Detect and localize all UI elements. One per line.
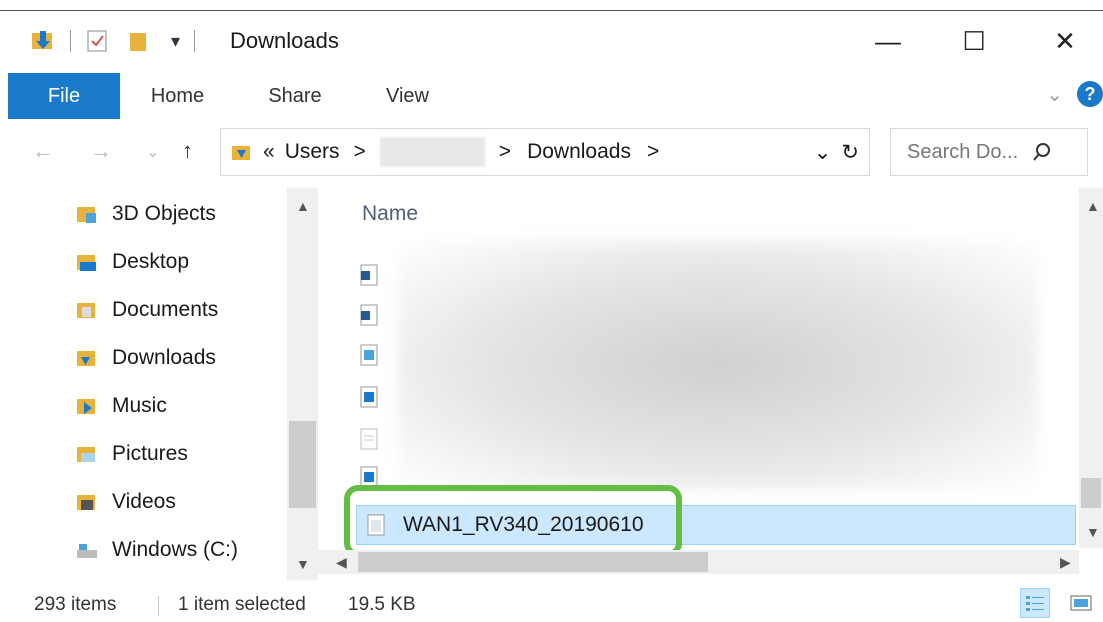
breadcrumb-downloads[interactable]: Downloads [527,140,631,164]
ribbon-tabs: File Home Share View ⌄ ? [0,73,1103,119]
address-dropdown-icon[interactable]: ⌄ [814,140,832,165]
sidebar-scrollbar[interactable] [287,188,318,580]
documents-icon [77,303,95,318]
tab-home[interactable]: Home [130,73,225,119]
music-icon [77,399,95,414]
image-file-icon [360,386,378,408]
file-list-horizontal-thumb[interactable] [358,552,708,572]
toolbar-separator [194,30,196,52]
help-icon[interactable]: ? [1077,81,1103,107]
window-title: Downloads [230,28,339,53]
search-input[interactable]: Search Do... [907,141,1018,164]
sidebar-item-label: Desktop [112,250,190,273]
customize-toolbar-icon[interactable]: ▾ [171,31,180,52]
breadcrumb-redacted[interactable] [379,137,485,167]
properties-icon[interactable] [85,29,109,53]
sidebar-item-documents[interactable]: Documents [76,292,218,328]
sidebar-item-label: Windows (C:) [112,538,239,561]
scroll-down-icon[interactable]: ▼ [296,556,310,572]
word-document-icon [360,264,378,286]
new-folder-icon[interactable] [127,29,151,53]
videos-icon [77,495,95,510]
minimize-button[interactable]: — [848,19,928,63]
details-view-icon [1026,596,1044,611]
sidebar-scrollbar-thumb[interactable] [289,421,316,508]
status-bar: 293 items 1 item selected 19.5 KB [0,588,1103,622]
breadcrumb-separator[interactable]: > [499,140,511,164]
toolbar-separator [70,30,71,52]
file-list-vertical-thumb[interactable] [1081,478,1101,508]
sidebar-item-videos[interactable]: Videos [76,484,176,520]
sidebar-item-pictures[interactable]: Pictures [76,436,188,472]
text-file-icon [360,428,378,450]
sidebar-item-label: Documents [112,298,219,321]
breadcrumb-separator[interactable]: > [647,140,659,164]
downloads-folder-icon[interactable] [30,29,56,53]
scroll-left-icon[interactable]: ◀ [336,554,347,571]
3d-objects-icon [77,207,96,223]
address-bar[interactable]: « Users > > Downloads > ⌄ ↻ [220,128,870,176]
word-document-icon [360,304,378,326]
downloads-location-icon [232,146,250,160]
selection-size: 19.5 KB [348,594,416,615]
pictures-icon [77,447,95,462]
scroll-down-icon[interactable]: ▼ [1086,524,1100,540]
scroll-right-icon[interactable]: ▶ [1060,554,1071,571]
sidebar-item-label: Music [112,394,167,417]
navigation-bar: ← → ⌄ ↑ « Users > > Downloads > ⌄ ↻ Sear… [0,128,1103,178]
tab-view[interactable]: View [365,73,450,119]
quick-access-toolbar: ▾ [30,27,196,55]
expand-ribbon-icon[interactable]: ⌄ [1046,82,1063,107]
selection-count: 1 item selected [178,594,306,615]
sidebar-item-downloads[interactable]: Downloads [76,340,216,376]
sidebar-item-windows-c[interactable]: Windows (C:) [76,532,238,568]
breadcrumb-separator[interactable]: > [354,140,366,164]
downloads-icon [77,351,95,366]
scroll-up-icon[interactable]: ▲ [1086,198,1100,214]
file-list: Name WAN1_RV340_20190610 ▲ ▼ ◀ ▶ [318,188,1103,580]
item-count: 293 items [34,594,117,615]
sidebar-item-label: 3D Objects [112,202,216,225]
sidebar-item-label: Pictures [112,442,188,465]
title-bar: ▾ Downloads — ☐ ✕ [0,11,1103,73]
blurred-file-rows [398,240,1038,490]
back-arrow-icon[interactable]: ← [32,138,54,164]
scroll-up-icon[interactable]: ▲ [296,198,310,214]
tab-share[interactable]: Share [250,73,340,119]
column-header-name[interactable]: Name [362,202,418,226]
large-icons-view-button[interactable] [1066,588,1096,618]
address-overflow[interactable]: « [263,140,275,164]
maximize-button[interactable]: ☐ [934,19,1014,63]
breadcrumb-users[interactable]: Users [285,140,340,164]
sidebar-item-desktop[interactable]: Desktop [76,244,189,280]
callout-highlight-ring [344,485,682,557]
refresh-icon[interactable]: ↻ [841,140,859,165]
navigation-pane: 3D Objects Desktop Documents Downloads M… [0,188,318,580]
sidebar-item-label: Downloads [112,346,216,369]
search-box[interactable]: Search Do... [890,128,1088,176]
forward-arrow-icon[interactable]: → [90,138,112,164]
close-button[interactable]: ✕ [1025,19,1103,63]
details-view-button[interactable] [1020,588,1050,618]
sidebar-item-music[interactable]: Music [76,388,167,424]
status-divider [158,596,159,616]
tab-file[interactable]: File [8,73,120,119]
sidebar-item-3d-objects[interactable]: 3D Objects [76,196,216,232]
image-file-icon [360,344,378,366]
desktop-icon [77,255,96,271]
recent-locations-icon[interactable]: ⌄ [146,142,159,162]
up-arrow-icon[interactable]: ↑ [182,138,193,164]
large-icons-view-icon [1070,595,1092,611]
drive-icon [77,544,97,558]
search-icon [1033,143,1051,161]
sidebar-item-label: Videos [112,490,176,513]
